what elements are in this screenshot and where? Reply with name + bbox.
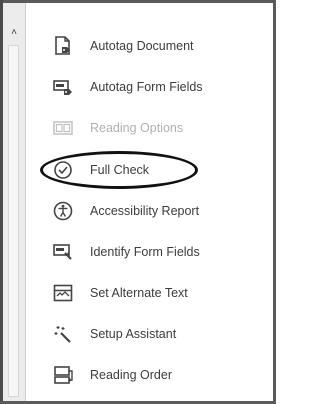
menu-item-set-alternate-text[interactable]: Set Alternate Text bbox=[26, 273, 266, 313]
accessibility-tools-panel: ˄ Autotag Document Autotag Form Fields R… bbox=[0, 0, 276, 404]
scroll-up-arrow-icon[interactable]: ˄ bbox=[7, 25, 21, 39]
menu-item-autotag-document[interactable]: Autotag Document bbox=[26, 26, 266, 66]
menu-item-label: Accessibility Report bbox=[90, 204, 200, 218]
reading-order-icon bbox=[52, 364, 74, 386]
vertical-scrollbar[interactable]: ˄ bbox=[3, 3, 26, 401]
scroll-thumb[interactable] bbox=[8, 45, 19, 397]
menu-item-label: Identify Form Fields bbox=[90, 245, 200, 259]
border bbox=[0, 0, 276, 3]
magic-wand-icon bbox=[52, 323, 74, 345]
menu-item-label: Reading Options bbox=[90, 121, 184, 135]
form-fields-tag-icon bbox=[52, 76, 74, 98]
menu-item-autotag-form-fields[interactable]: Autotag Form Fields bbox=[26, 67, 266, 107]
menu-item-label: Set Alternate Text bbox=[90, 286, 188, 300]
menu-item-identify-form-fields[interactable]: Identify Form Fields bbox=[26, 232, 266, 272]
border bbox=[0, 0, 3, 404]
document-tag-icon bbox=[52, 35, 74, 57]
border bbox=[273, 0, 276, 404]
alternate-text-icon bbox=[52, 282, 74, 304]
menu-item-setup-assistant[interactable]: Setup Assistant bbox=[26, 314, 266, 354]
highlight-ellipse bbox=[40, 151, 198, 189]
menu-item-reading-order[interactable]: Reading Order bbox=[26, 355, 266, 395]
menu-item-label: Autotag Form Fields bbox=[90, 80, 203, 94]
menu-item-reading-options: Reading Options bbox=[26, 108, 266, 148]
reading-options-icon bbox=[52, 117, 74, 139]
identify-form-fields-icon bbox=[52, 241, 74, 263]
menu-item-label: Autotag Document bbox=[90, 39, 194, 53]
accessibility-icon bbox=[52, 200, 74, 222]
tools-menu: Autotag Document Autotag Form Fields Rea… bbox=[26, 0, 273, 404]
menu-item-label: Reading Order bbox=[90, 368, 172, 382]
menu-item-accessibility-report[interactable]: Accessibility Report bbox=[26, 191, 266, 231]
menu-item-label: Setup Assistant bbox=[90, 327, 177, 341]
